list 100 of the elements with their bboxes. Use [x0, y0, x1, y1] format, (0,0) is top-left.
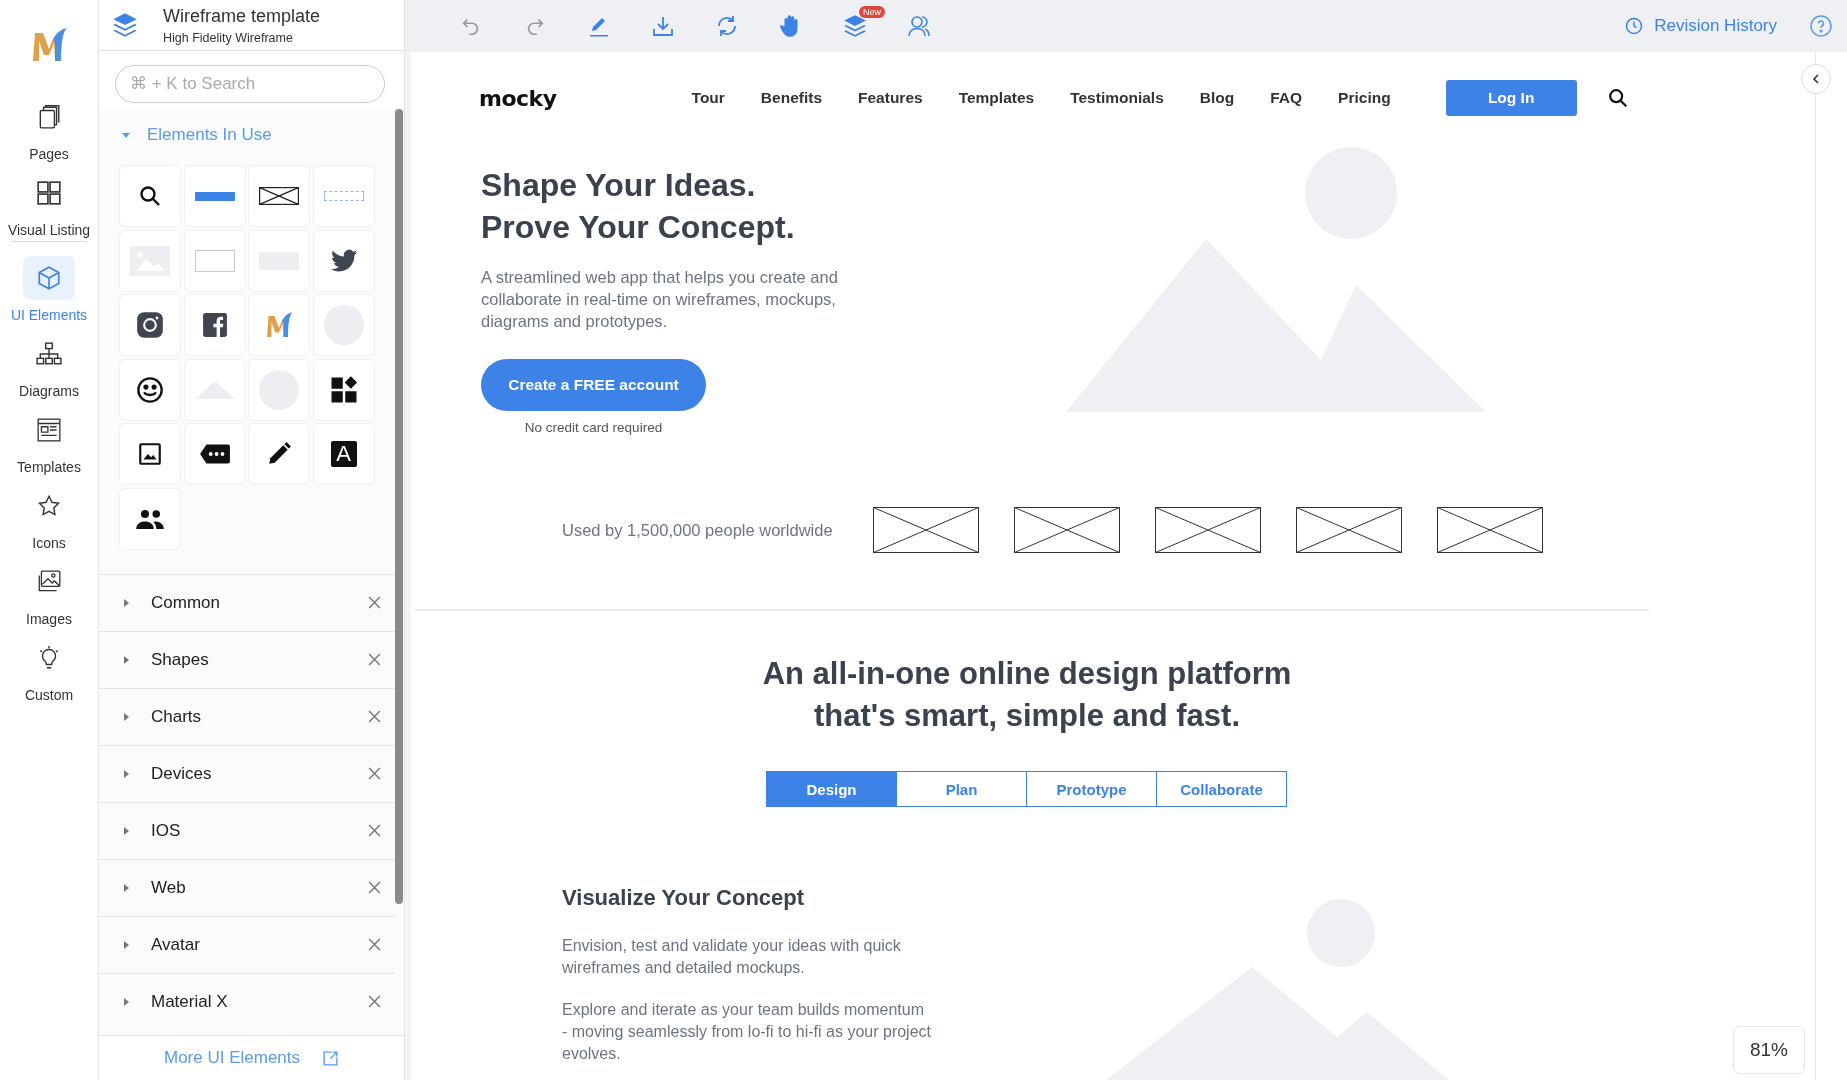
zoom-level[interactable]: 81% [1732, 1026, 1805, 1074]
placeholder-icon [259, 187, 299, 205]
cube-icon [36, 265, 62, 291]
feature-title: Visualize Your Concept [562, 885, 806, 911]
close-icon[interactable] [368, 938, 381, 951]
caret-icon [121, 597, 131, 608]
tab[interactable]: Collaborate [1156, 771, 1287, 807]
sidebar-item[interactable]: Diagrams [19, 332, 79, 408]
hero-description: A streamlined web app that helps you create and collaborate in real-time on wireframes, mockups, diagrams and prototypes. [481, 267, 839, 332]
chevron-left-icon [1810, 73, 1822, 85]
element-tile[interactable] [312, 229, 375, 292]
pencil-icon [266, 441, 292, 467]
site-logo[interactable]: mocky [479, 85, 557, 111]
caret-icon [121, 711, 131, 722]
feature-text: Envision, test and validate your ideas with quick wireframes and detailed mockups. [562, 936, 902, 978]
close-icon[interactable] [368, 995, 381, 1008]
caret-icon [121, 939, 131, 950]
cta-note: No credit card required [523, 420, 664, 435]
image-icon [137, 441, 163, 467]
sidebar-item[interactable]: Images [23, 560, 75, 636]
element-tile[interactable] [312, 165, 375, 227]
letter-icon: A [330, 441, 357, 467]
caret-icon [121, 825, 131, 836]
sidebar-item[interactable]: Templates [17, 408, 81, 484]
tab[interactable]: Prototype [1026, 771, 1157, 807]
sidebar-item[interactable]: UI Elements [10, 256, 88, 332]
caret-icon [121, 882, 131, 893]
collapse-button[interactable] [1801, 64, 1831, 94]
search-field[interactable]: ⌘ + K to Search [115, 65, 385, 103]
close-icon[interactable] [368, 653, 381, 666]
layers-icon [111, 11, 139, 39]
people-icon [135, 508, 165, 529]
element-tile[interactable]: A [312, 423, 375, 485]
tab[interactable]: Design [766, 771, 897, 807]
project-title: Wireframe template [163, 5, 321, 27]
button-thumbnail-icon [323, 191, 364, 201]
search-icon [138, 184, 162, 208]
smiley-icon [136, 375, 164, 404]
rectangle-icon [194, 249, 235, 272]
social-icon [201, 312, 228, 338]
close-icon[interactable] [368, 710, 381, 723]
social-proof-text: Used by 1,500,000 people worldwide [562, 520, 834, 540]
login-button[interactable]: Log In [1445, 80, 1577, 116]
grid-icon [36, 180, 62, 206]
category-row[interactable]: Material X [99, 972, 395, 1030]
close-icon[interactable] [368, 824, 381, 837]
element-tile[interactable] [312, 358, 375, 421]
caret-icon [121, 768, 131, 779]
section-heading: An all-in-one online design platform that's smart, simple and fast. [761, 655, 1293, 735]
star-icon [36, 493, 62, 519]
close-icon[interactable] [368, 767, 381, 780]
project-subtitle: High Fidelity Wireframe [163, 30, 294, 45]
sidebar-item[interactable]: Icons [23, 484, 75, 560]
caret-icon [121, 130, 131, 140]
nav-link[interactable]: Benefits [760, 89, 822, 107]
caret-icon [121, 996, 131, 1007]
diagram-icon [35, 341, 63, 367]
scrollbar[interactable] [395, 109, 403, 904]
external-link-icon[interactable] [322, 1049, 339, 1067]
element-tile[interactable] [183, 165, 246, 227]
camera-icon [136, 311, 164, 339]
element-tile[interactable] [183, 229, 246, 292]
element-tile[interactable] [119, 294, 181, 356]
close-icon[interactable] [368, 881, 381, 894]
close-icon[interactable] [368, 596, 381, 609]
feature-text: Explore and iterate as your team builds momentum - moving seamlessly from lo-fi to hi-fi as your project evolves. [562, 1000, 932, 1064]
tab[interactable]: Plan [896, 771, 1027, 807]
layers-icon [842, 13, 868, 39]
element-tile[interactable] [183, 423, 246, 485]
logo-icon [264, 310, 294, 340]
element-tile[interactable] [183, 294, 246, 356]
nav-link[interactable]: Templates [958, 89, 1035, 107]
sidebar-item[interactable]: Visual Listing [7, 171, 91, 247]
button-thumbnail-icon [194, 191, 235, 201]
element-tile[interactable] [248, 165, 310, 227]
tag-icon [198, 443, 231, 465]
nav-link[interactable]: Features [858, 89, 923, 107]
nav-link[interactable]: FAQ [1270, 89, 1303, 107]
nav-link[interactable]: Tour [691, 89, 725, 107]
sidebar-item[interactable]: Custom [23, 636, 75, 712]
signup-button[interactable]: Create a FREE account [481, 359, 706, 411]
element-tile[interactable] [119, 358, 181, 421]
sidebar-item[interactable]: Pages [23, 95, 75, 171]
template-icon [36, 417, 62, 443]
help-icon[interactable] [1809, 14, 1833, 38]
search-icon[interactable] [1606, 87, 1629, 109]
toolbar-button[interactable]: New [823, 6, 887, 46]
category-row[interactable]: Avatar [99, 915, 395, 973]
nav-link[interactable]: Blog [1199, 89, 1235, 107]
clock-icon [1624, 16, 1645, 36]
nav-link[interactable]: Pricing [1338, 89, 1391, 107]
element-tile[interactable] [248, 423, 310, 485]
element-tile[interactable] [248, 294, 310, 356]
hero-title: Shape Your Ideas. Prove Your Concept. [481, 166, 795, 247]
download-icon [651, 14, 675, 38]
nav-link[interactable]: Testimonials [1070, 89, 1164, 107]
element-tile[interactable] [119, 487, 181, 550]
element-tile[interactable] [119, 423, 181, 485]
element-tile[interactable] [119, 165, 181, 227]
caret-icon [121, 654, 131, 665]
